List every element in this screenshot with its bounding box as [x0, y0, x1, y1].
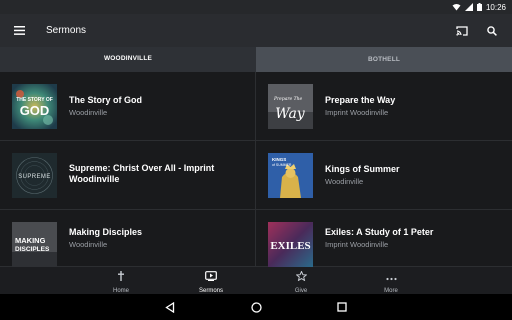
- sermon-artwork: SUPREME: [12, 153, 57, 198]
- cross-icon: [117, 268, 125, 286]
- star-icon: [294, 268, 308, 286]
- sermon-subtitle: Imprint Woodinville: [325, 240, 389, 249]
- sermon-artwork: THE STORY OF GOD: [12, 84, 57, 129]
- search-icon[interactable]: [484, 23, 500, 39]
- sermon-card-supreme[interactable]: SUPREME Supreme: Christ Over All - Impri…: [0, 141, 256, 210]
- tab-woodinville[interactable]: WOODINVILLE: [0, 47, 256, 72]
- svg-text:DISCIPLES: DISCIPLES: [15, 246, 50, 253]
- nav-home[interactable]: Home: [91, 267, 151, 294]
- sermon-subtitle: Woodinville: [69, 108, 108, 117]
- home-circle-icon[interactable]: [249, 300, 263, 314]
- svg-text:of SUMMER: of SUMMER: [272, 163, 292, 167]
- svg-text:SUPREME: SUPREME: [18, 174, 50, 180]
- status-time: 10:26: [485, 2, 506, 12]
- bottom-nav: Home Sermons Give More: [0, 267, 512, 294]
- svg-text:Way: Way: [275, 106, 306, 122]
- sermon-title: Exiles: A Study of 1 Peter: [325, 227, 434, 237]
- menu-icon[interactable]: [9, 21, 29, 41]
- tab-bothell[interactable]: BOTHELL: [256, 47, 512, 72]
- svg-text:MAKING: MAKING: [15, 236, 46, 245]
- nav-sermons[interactable]: Sermons: [181, 267, 241, 294]
- status-bar: 10:26: [0, 0, 512, 14]
- back-icon[interactable]: [163, 300, 177, 314]
- nav-give[interactable]: Give: [271, 267, 331, 294]
- recents-icon[interactable]: [335, 300, 349, 314]
- nav-label: Home: [112, 287, 129, 294]
- more-dots-icon: [385, 268, 397, 286]
- sermon-artwork: EXILES: [268, 222, 313, 267]
- battery-icon: [476, 3, 482, 11]
- sermon-card-prepare-the-way[interactable]: Prepare The Way Prepare the Way Imprint …: [256, 72, 512, 141]
- svg-text:GOD: GOD: [20, 103, 50, 118]
- sermon-title: Making Disciples: [69, 227, 143, 237]
- sermon-title: Supreme: Christ Over All - Imprint Woodi…: [69, 163, 215, 184]
- sermon-grid: THE STORY OF GOD The Story of God Woodin…: [0, 72, 512, 267]
- signal-icon: [464, 3, 473, 11]
- sermon-artwork: KINGS of SUMMER: [268, 153, 313, 198]
- wifi-icon: [452, 3, 461, 11]
- sermon-subtitle: Woodinville: [325, 177, 364, 186]
- page-title: Sermons: [46, 25, 87, 36]
- sermon-card-story-of-god[interactable]: THE STORY OF GOD The Story of God Woodin…: [0, 72, 256, 141]
- sermon-title: Prepare the Way: [325, 95, 396, 105]
- nav-more[interactable]: More: [361, 267, 421, 294]
- nav-label: Sermons: [198, 287, 223, 294]
- svg-text:KINGS: KINGS: [272, 157, 286, 162]
- sermon-artwork: MAKING DISCIPLES: [12, 222, 57, 267]
- sermon-subtitle: Imprint Woodinville: [325, 108, 389, 117]
- cast-icon[interactable]: [454, 23, 470, 39]
- sermon-card-exiles[interactable]: EXILES Exiles: A Study of 1 Peter Imprin…: [256, 210, 512, 267]
- nav-label: More: [384, 287, 398, 294]
- nav-label: Give: [294, 287, 308, 294]
- sermon-title: The Story of God: [69, 95, 142, 105]
- svg-text:EXILES: EXILES: [270, 240, 310, 252]
- sermon-title: Kings of Summer: [325, 164, 400, 174]
- svg-text:Prepare The: Prepare The: [273, 96, 303, 102]
- sermon-subtitle: Woodinville: [69, 240, 108, 249]
- sermon-card-making-disciples[interactable]: MAKING DISCIPLES Making Disciples Woodin…: [0, 210, 256, 267]
- app-bar: Sermons: [0, 14, 512, 47]
- system-nav-bar: [0, 294, 512, 320]
- tv-play-icon: [205, 268, 217, 286]
- sermon-card-kings-of-summer[interactable]: KINGS of SUMMER Kings of Summer Woodinvi…: [256, 141, 512, 210]
- sermon-artwork: Prepare The Way: [268, 84, 313, 129]
- campus-tabs: WOODINVILLE BOTHELL: [0, 47, 512, 72]
